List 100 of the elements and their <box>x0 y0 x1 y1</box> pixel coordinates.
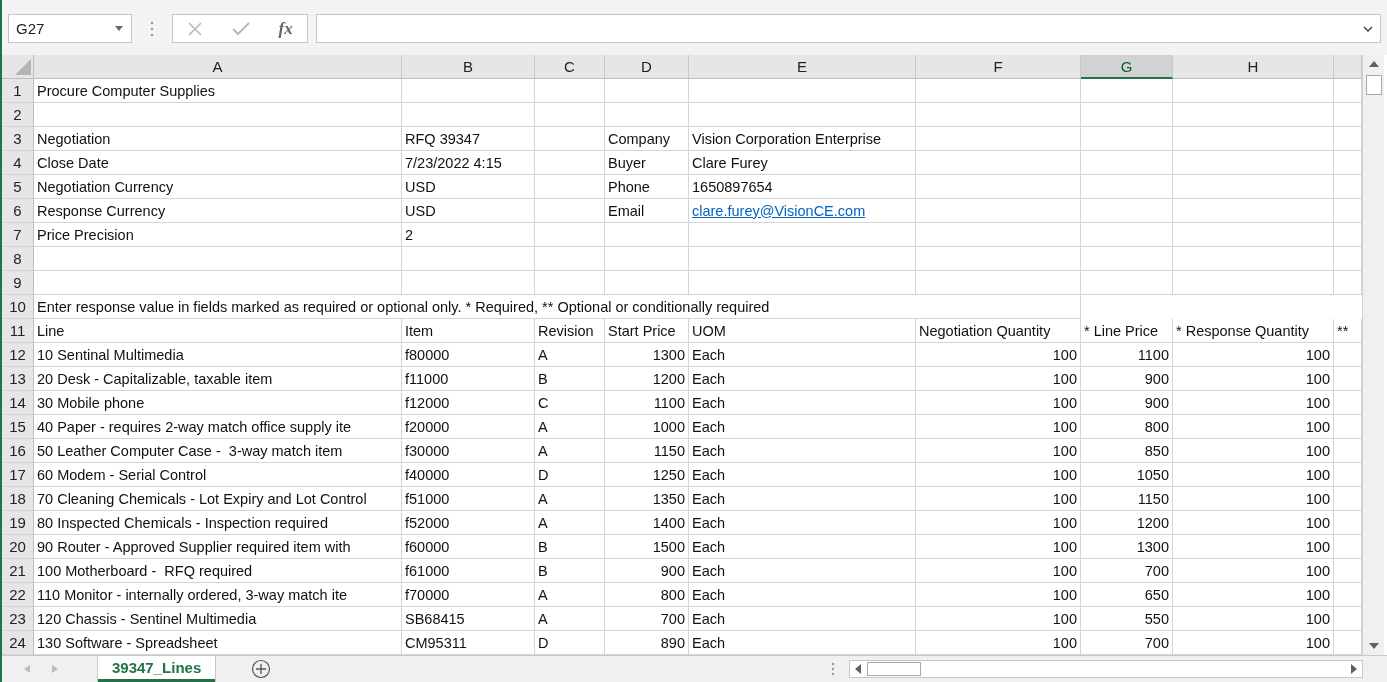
scroll-left-icon[interactable] <box>855 664 861 674</box>
table-cell: 100 <box>1173 391 1334 415</box>
expand-caret-icon[interactable] <box>1363 25 1373 32</box>
row-header[interactable]: 7 <box>2 223 34 247</box>
row-header[interactable]: 6 <box>2 199 34 223</box>
row-header[interactable]: 22 <box>2 583 34 607</box>
add-sheet-icon[interactable] <box>251 659 272 679</box>
row-header[interactable]: 23 <box>2 607 34 631</box>
table-cell: Item <box>402 319 535 343</box>
table-cell: 90 Router - Approved Supplier required item with <box>34 535 402 559</box>
grip-icon <box>150 20 154 37</box>
sheet-tab[interactable]: 39347_Lines <box>98 656 216 682</box>
table-cell: 1200 <box>1081 511 1173 535</box>
row-header[interactable]: 24 <box>2 631 34 655</box>
column-header[interactable]: F <box>916 55 1081 79</box>
row-header[interactable]: 21 <box>2 559 34 583</box>
row-header[interactable]: 20 <box>2 535 34 559</box>
table-cell: Each <box>689 367 916 391</box>
table-cell: 2 <box>402 223 535 247</box>
column-header[interactable]: G <box>1081 55 1173 79</box>
column-header[interactable]: H <box>1173 55 1334 79</box>
table-cell: Line <box>34 319 402 343</box>
table-cell: 900 <box>605 559 689 583</box>
table-cell: Each <box>689 583 916 607</box>
row-header[interactable]: 1 <box>2 79 34 103</box>
row-header[interactable]: 18 <box>2 487 34 511</box>
cancel-icon[interactable] <box>187 20 204 37</box>
row-header[interactable]: 15 <box>2 415 34 439</box>
table-cell: 70 Cleaning Chemicals - Lot Expiry and Lot Control <box>34 487 402 511</box>
vertical-scrollbar[interactable] <box>1362 55 1384 655</box>
table-cell: USD <box>402 175 535 199</box>
row-header[interactable]: 14 <box>2 391 34 415</box>
scroll-up-icon[interactable] <box>1368 61 1379 67</box>
email-link[interactable]: clare.furey@VisionCE.com <box>692 202 866 219</box>
table-cell: B <box>535 559 605 583</box>
table-cell: 20 Desk - Capitalizable, taxable item <box>34 367 402 391</box>
table-cell: Each <box>689 439 916 463</box>
table-cell: Buyer <box>605 151 689 175</box>
scroll-thumb[interactable] <box>1365 75 1382 95</box>
row-header[interactable]: 2 <box>2 103 34 127</box>
cell-reference: G27 <box>16 20 45 37</box>
formula-input[interactable] <box>316 14 1381 43</box>
grip-icon[interactable] <box>831 662 835 676</box>
select-all-button[interactable] <box>2 55 34 79</box>
row-header[interactable]: 11 <box>2 319 34 343</box>
column-header[interactable]: C <box>535 55 605 79</box>
table-cell: 650 <box>1081 583 1173 607</box>
row-header[interactable]: 19 <box>2 511 34 535</box>
table-cell: 100 <box>916 559 1081 583</box>
column-header[interactable]: D <box>605 55 689 79</box>
checkmark-icon[interactable] <box>231 20 250 37</box>
table-cell: A <box>535 487 605 511</box>
table-cell: A <box>535 439 605 463</box>
table-cell: 900 <box>1081 391 1173 415</box>
table-cell: Each <box>689 391 916 415</box>
table-cell: 700 <box>1081 559 1173 583</box>
table-cell: f40000 <box>402 463 535 487</box>
scroll-thumb[interactable] <box>867 662 921 676</box>
table-cell: 1150 <box>1081 487 1173 511</box>
insert-function-button[interactable]: fx <box>278 18 293 39</box>
table-cell: 100 <box>1173 343 1334 367</box>
table-cell: Each <box>689 463 916 487</box>
column-header[interactable] <box>1334 55 1362 79</box>
scroll-down-icon[interactable] <box>1368 643 1379 649</box>
row-header[interactable]: 3 <box>2 127 34 151</box>
table-cell: 100 <box>1173 463 1334 487</box>
table-cell: 1000 <box>605 415 689 439</box>
table-cell <box>535 127 605 151</box>
row-header[interactable]: 4 <box>2 151 34 175</box>
row-header[interactable]: 9 <box>2 271 34 295</box>
table-cell: Each <box>689 607 916 631</box>
column-header[interactable]: E <box>689 55 916 79</box>
table-cell: f60000 <box>402 535 535 559</box>
row-header[interactable]: 10 <box>2 295 34 319</box>
next-sheet-icon[interactable] <box>52 665 58 673</box>
row-header[interactable]: 12 <box>2 343 34 367</box>
name-box[interactable]: G27 <box>8 14 132 43</box>
column-header[interactable]: B <box>402 55 535 79</box>
table-cell: Negotiation Currency <box>34 175 402 199</box>
dropdown-caret-icon[interactable] <box>115 26 123 31</box>
table-cell: Each <box>689 487 916 511</box>
row-header[interactable]: 16 <box>2 439 34 463</box>
table-cell: Company <box>605 127 689 151</box>
table-cell: 900 <box>1081 367 1173 391</box>
scroll-right-icon[interactable] <box>1351 664 1357 674</box>
row-header[interactable]: 5 <box>2 175 34 199</box>
table-cell: 1300 <box>605 343 689 367</box>
previous-sheet-icon[interactable] <box>24 665 30 673</box>
table-cell <box>535 79 605 103</box>
table-cell: 60 Modem - Serial Control <box>34 463 402 487</box>
table-cell: 120 Chassis - Sentinel Multimedia <box>34 607 402 631</box>
table-cell: USD <box>402 199 535 223</box>
horizontal-scrollbar[interactable] <box>849 660 1363 678</box>
table-cell: 50 Leather Computer Case - 3-way match item <box>34 439 402 463</box>
table-cell: A <box>535 583 605 607</box>
table-cell <box>535 151 605 175</box>
row-header[interactable]: 13 <box>2 367 34 391</box>
row-header[interactable]: 8 <box>2 247 34 271</box>
row-header[interactable]: 17 <box>2 463 34 487</box>
column-header[interactable]: A <box>34 55 402 79</box>
